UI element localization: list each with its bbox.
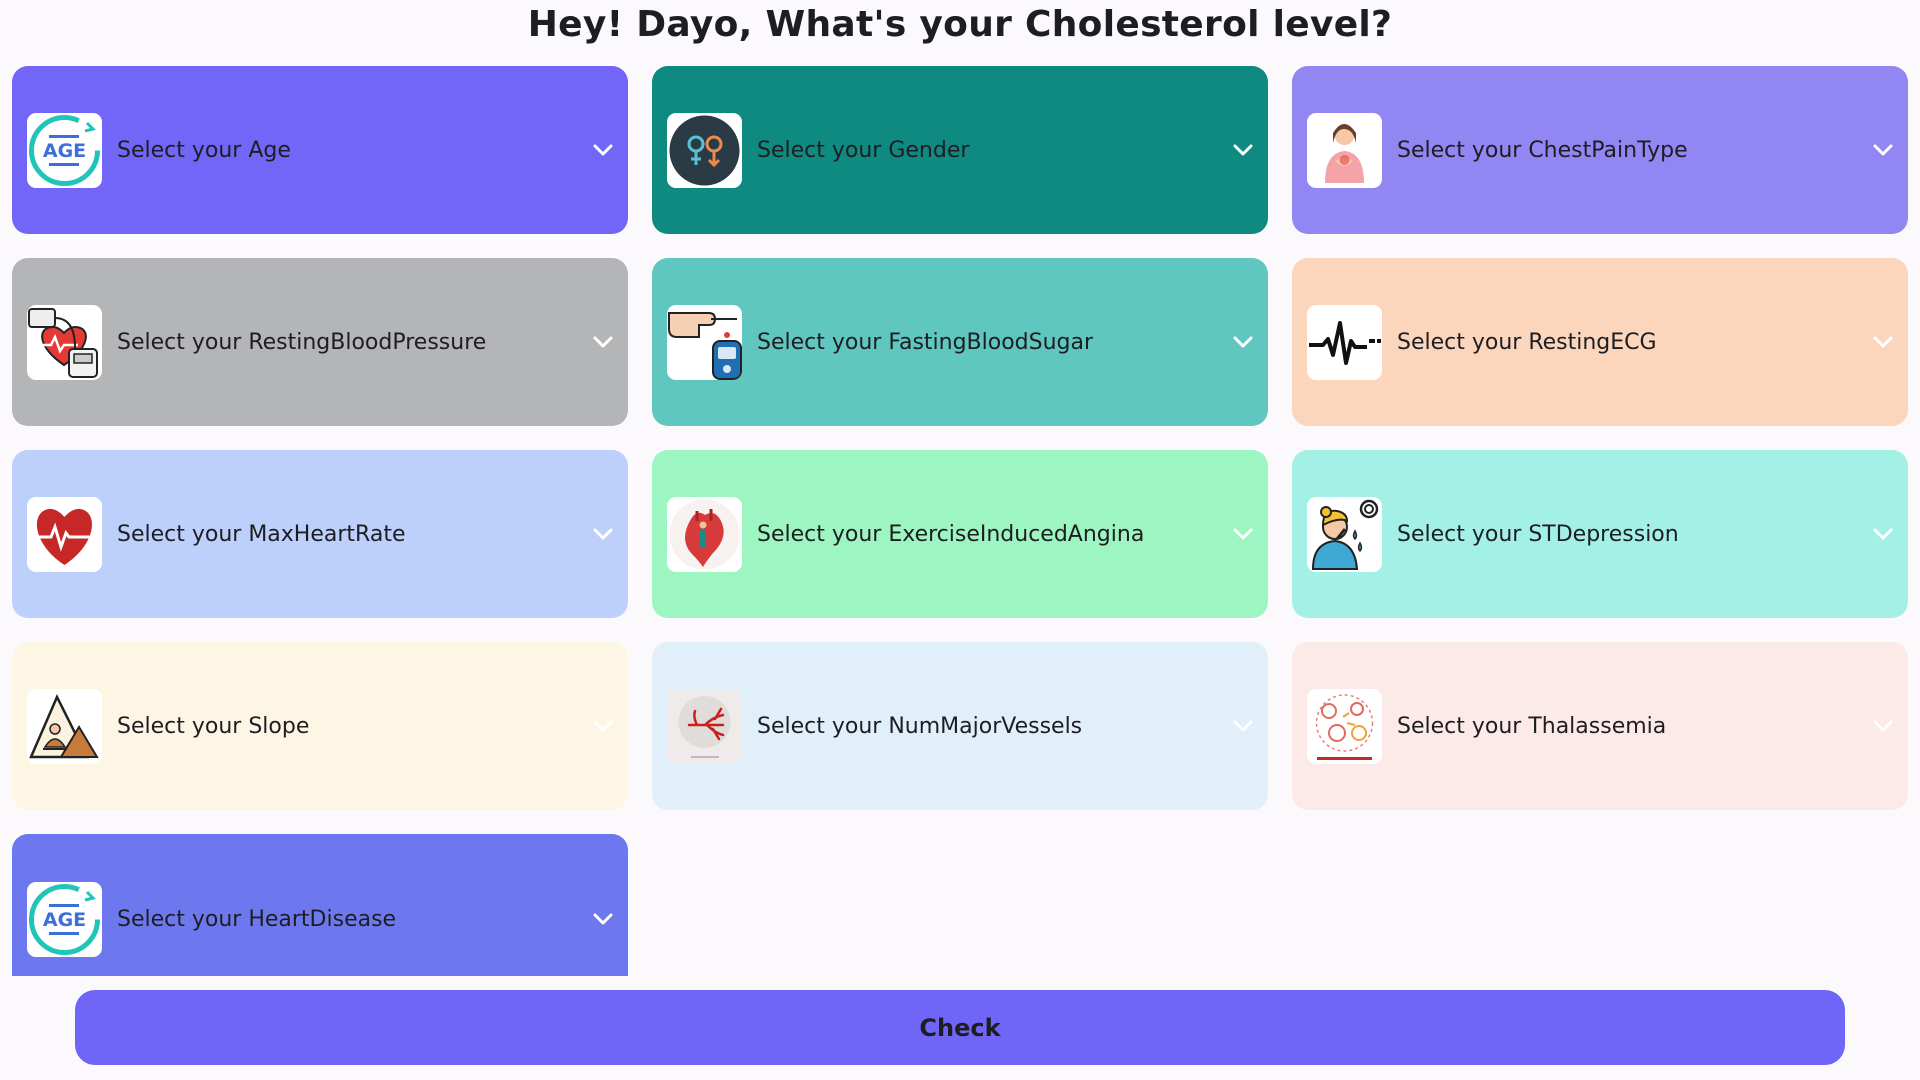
blood-pressure-icon	[27, 304, 102, 380]
chevron-down-icon	[593, 913, 613, 925]
chevron-down-icon	[593, 528, 613, 540]
check-button[interactable]: Check	[75, 990, 1845, 1065]
heart-anatomy-icon	[667, 496, 742, 572]
num-major-vessels-label: Select your NumMajorVessels	[757, 713, 1083, 739]
chevron-down-icon	[1233, 336, 1253, 348]
chevron-down-icon	[1873, 336, 1893, 348]
max-heart-rate-select[interactable]: Select your MaxHeartRate	[12, 450, 628, 618]
chevron-down-icon	[593, 144, 613, 156]
age-label: Select your Age	[117, 137, 291, 163]
page-title: Hey! Dayo, What's your Cholesterol level…	[527, 4, 1393, 45]
heart-disease-select[interactable]: AGE Select your HeartDisease	[12, 834, 628, 976]
chevron-down-icon	[1873, 720, 1893, 732]
exercise-induced-angina-select[interactable]: Select your ExerciseInducedAngina	[652, 450, 1268, 618]
chevron-down-icon	[593, 336, 613, 348]
chevron-down-icon	[1873, 144, 1893, 156]
slope-select[interactable]: Select your Slope	[12, 642, 628, 810]
chest-pain-type-select[interactable]: Select your ChestPainType	[1292, 66, 1908, 234]
num-major-vessels-select[interactable]: Select your NumMajorVessels	[652, 642, 1268, 810]
resting-blood-pressure-label: Select your RestingBloodPressure	[117, 329, 487, 355]
thalassemia-label: Select your Thalassemia	[1397, 713, 1667, 739]
st-depression-select[interactable]: Select your STDepression	[1292, 450, 1908, 618]
fasting-blood-sugar-select[interactable]: Select your FastingBloodSugar	[652, 258, 1268, 426]
heart-rate-icon	[27, 496, 102, 572]
ecg-icon	[1307, 304, 1382, 380]
chevron-down-icon	[593, 720, 613, 732]
chevron-down-icon	[1233, 144, 1253, 156]
blood-vessels-icon	[667, 688, 742, 764]
stressed-person-icon	[1307, 496, 1382, 572]
chevron-down-icon	[1233, 720, 1253, 732]
glucose-meter-icon	[667, 304, 742, 380]
svg-text:AGE: AGE	[43, 140, 86, 162]
age-icon: AGE	[27, 112, 102, 188]
chevron-down-icon	[1873, 528, 1893, 540]
thalassemia-select[interactable]: Select your Thalassemia	[1292, 642, 1908, 810]
max-heart-rate-label: Select your MaxHeartRate	[117, 521, 406, 547]
st-depression-label: Select your STDepression	[1397, 521, 1679, 547]
gender-select[interactable]: Select your Gender	[652, 66, 1268, 234]
age-select[interactable]: AGE Select your Age	[12, 66, 628, 234]
age-icon: AGE	[27, 881, 102, 957]
exercise-induced-angina-label: Select your ExerciseInducedAngina	[757, 521, 1145, 547]
heart-disease-label: Select your HeartDisease	[117, 906, 397, 932]
thalassemia-icon	[1307, 688, 1382, 764]
chest-pain-icon	[1307, 112, 1382, 188]
svg-text:AGE: AGE	[43, 909, 86, 931]
chest-pain-type-label: Select your ChestPainType	[1397, 137, 1688, 163]
fasting-blood-sugar-label: Select your FastingBloodSugar	[757, 329, 1094, 355]
resting-ecg-label: Select your RestingECG	[1397, 329, 1657, 355]
resting-ecg-select[interactable]: Select your RestingECG	[1292, 258, 1908, 426]
gender-label: Select your Gender	[757, 137, 970, 163]
slope-icon	[27, 688, 102, 764]
resting-blood-pressure-select[interactable]: Select your RestingBloodPressure	[12, 258, 628, 426]
slope-label: Select your Slope	[117, 713, 310, 739]
chevron-down-icon	[1233, 528, 1253, 540]
gender-icon	[667, 112, 742, 188]
